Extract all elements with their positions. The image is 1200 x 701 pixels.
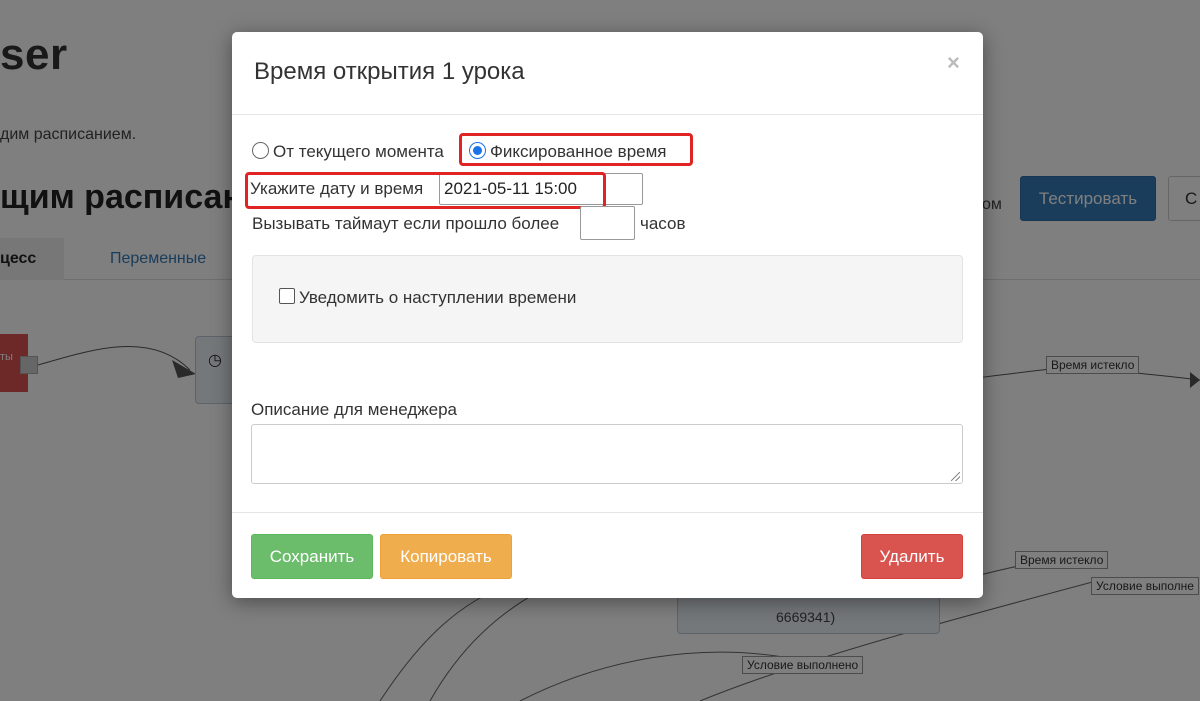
notify-label: Уведомить о наступлении времени — [299, 288, 577, 307]
highlight-datetime — [245, 172, 606, 209]
radio-from-current-moment[interactable] — [252, 142, 269, 159]
delete-button[interactable]: Удалить — [861, 534, 963, 579]
notify-well: Уведомить о наступлении времени — [252, 255, 963, 343]
description-label: Описание для менеджера — [251, 400, 457, 419]
description-textarea[interactable] — [251, 424, 963, 484]
save-button[interactable]: Сохранить — [251, 534, 373, 579]
radio-label-from-current-moment: От текущего момента — [273, 142, 444, 161]
modal-footer: Сохранить Копировать Удалить — [232, 512, 983, 598]
copy-button[interactable]: Копировать — [380, 534, 512, 579]
modal-title: Время открытия 1 урока — [254, 58, 525, 85]
timeout-unit-label: часов — [640, 214, 686, 233]
timeout-hours-input[interactable] — [580, 206, 635, 240]
notify-checkbox[interactable] — [279, 288, 295, 304]
highlight-fixed-time — [459, 133, 693, 166]
timeout-label: Вызывать таймаут если прошло более — [252, 214, 560, 233]
close-icon[interactable]: × — [947, 50, 960, 76]
resize-handle-icon[interactable] — [951, 472, 960, 481]
lesson-open-time-dialog: Время открытия 1 урока × От текущего мом… — [232, 32, 983, 598]
modal-header: Время открытия 1 урока × — [232, 32, 983, 115]
